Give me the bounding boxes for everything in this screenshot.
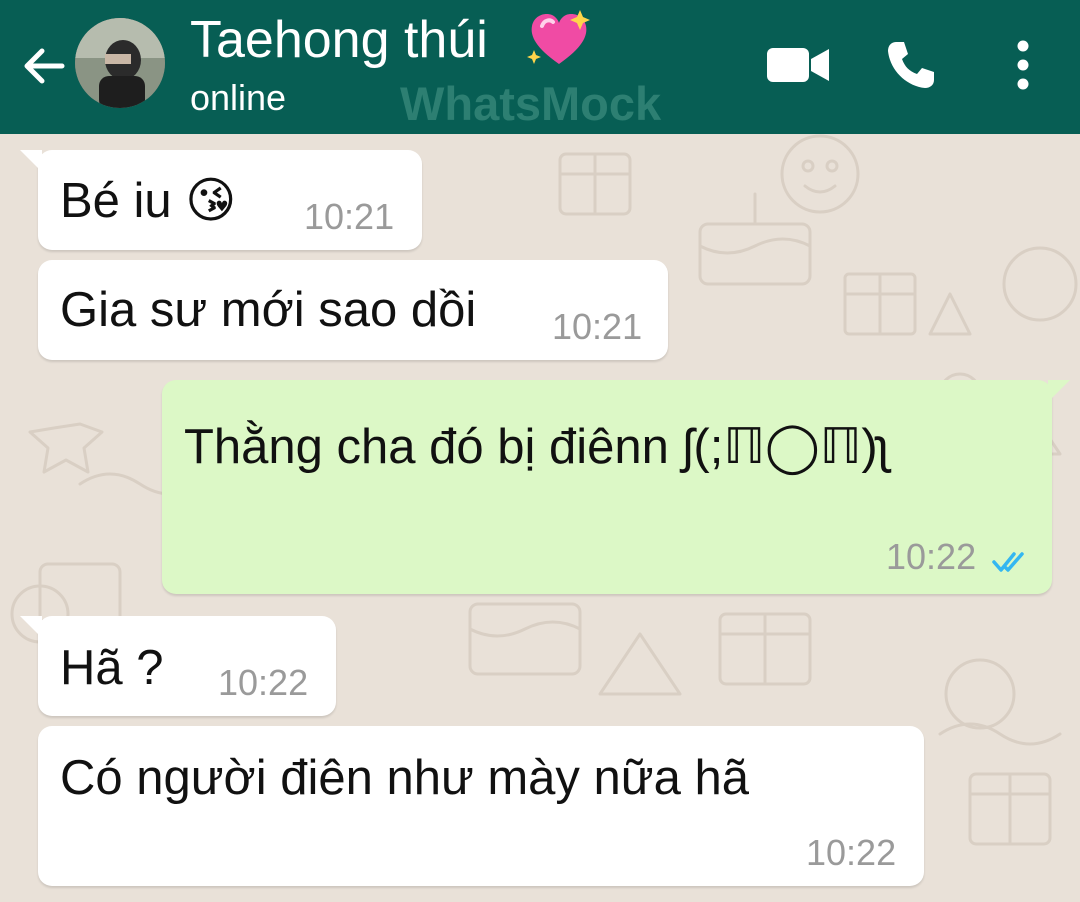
message-bubble-incoming[interactable]: Hã ? 10:22: [20, 616, 336, 716]
message-text: Có người điên như mày nữa hã: [60, 751, 749, 805]
double-check-icon: [992, 552, 1024, 572]
message-text: Hã ?: [60, 641, 164, 695]
bubble-tail: [20, 616, 42, 638]
contact-name[interactable]: Taehong thúi: [190, 10, 488, 70]
message-time: 10:22: [886, 536, 977, 577]
sparkling-heart-icon: [527, 10, 590, 64]
message-bubble-incoming[interactable]: Gia sư mới sao dồi 10:21: [38, 260, 668, 360]
bubble-tail: [1048, 380, 1070, 402]
back-arrow-icon[interactable]: [18, 40, 70, 92]
message-bubble-incoming[interactable]: Có người điên như mày nữa hã 10:22: [38, 726, 924, 886]
message-bubble-incoming[interactable]: Bé iu 😘 10:21: [20, 150, 422, 250]
message-text: Gia sư mới sao dồi: [60, 283, 477, 337]
bubble-tail: [20, 150, 42, 172]
message-text: Bé iu 😘: [60, 174, 237, 228]
watermark: WhatsMock: [400, 77, 662, 130]
video-call-icon[interactable]: [765, 42, 831, 88]
phone-call-icon[interactable]: [884, 38, 938, 92]
message-time: 10:22: [218, 662, 309, 703]
contact-status: online: [190, 77, 287, 118]
more-options-icon[interactable]: [1003, 38, 1043, 92]
message-time: 10:22: [806, 832, 897, 873]
message-text: Thằng cha đó bị điênn ʃ(;ℿ◯ℿ)ʅ: [184, 420, 889, 474]
message-time: 10:21: [552, 306, 643, 347]
message-time: 10:21: [304, 196, 395, 237]
chat-header: Taehong thúi online WhatsMock: [0, 0, 1080, 134]
message-bubble-outgoing[interactable]: Thằng cha đó bị điênn ʃ(;ℿ◯ℿ)ʅ 10:22: [162, 380, 1070, 594]
avatar[interactable]: [75, 18, 165, 108]
